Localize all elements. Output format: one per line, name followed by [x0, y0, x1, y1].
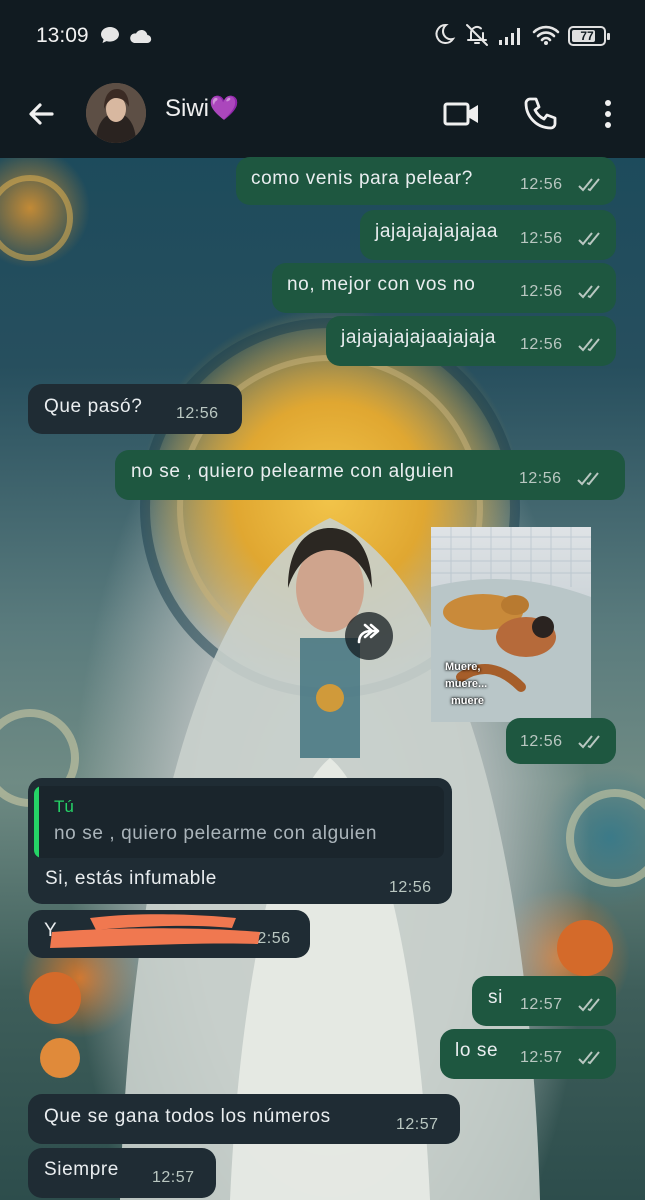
message-out[interactable]: lo se 12:57 [440, 1029, 616, 1079]
chat-bubble-icon [101, 27, 119, 43]
read-ticks-icon [578, 1051, 600, 1065]
video-message-thumbnail[interactable]: Muere, muere... muere [431, 527, 591, 722]
wifi-icon [532, 25, 560, 45]
avatar[interactable] [86, 83, 146, 143]
message-out[interactable]: no, mejor con vos no 12:56 [272, 263, 616, 313]
status-bar: 13:09 77 [0, 0, 645, 72]
message-text: si [488, 987, 503, 1008]
video-caption: muere [451, 695, 485, 707]
message-text: Si, estás infumable [45, 868, 217, 889]
signal-icon [499, 28, 520, 45]
video-call-icon[interactable] [440, 92, 484, 136]
cloud-icon [130, 29, 152, 44]
message-time: 12:57 [396, 1116, 439, 1133]
message-out[interactable]: jajajajajajaajajaja 12:56 [326, 316, 616, 366]
read-ticks-icon [578, 285, 600, 299]
message-text: no, mejor con vos no [287, 274, 476, 295]
message-time: 12:56 [519, 470, 562, 487]
contact-name[interactable]: Siwi💜 [165, 94, 239, 123]
message-time: 12:57 [520, 1049, 563, 1066]
message-in[interactable]: Que se gana todos los números 12:57 [28, 1094, 460, 1144]
chat-header: Siwi💜 [0, 72, 645, 158]
quoted-author: Tú [54, 797, 74, 816]
whatsapp-chat-screen: 13:09 77 Siwi💜 como venis para pelear? 1… [0, 0, 645, 1200]
quoted-message[interactable]: Tú no se , quiero pelearme con alguien [34, 786, 444, 858]
battery-percent: 77 [580, 29, 594, 43]
message-out-meta[interactable]: 12:56 [506, 718, 616, 764]
quoted-text: no se , quiero pelearme con alguien [54, 823, 378, 844]
message-text: lo se [455, 1040, 499, 1061]
message-out[interactable]: jajajajajajajaa 12:56 [360, 210, 616, 260]
message-time: 12:57 [152, 1169, 195, 1186]
avatar-photo [86, 83, 146, 143]
read-ticks-icon [578, 998, 600, 1012]
read-ticks-icon [577, 472, 599, 486]
read-ticks-icon [578, 232, 600, 246]
message-text: Que se gana todos los números [44, 1106, 331, 1127]
read-ticks-icon [578, 178, 600, 192]
video-frame [431, 527, 591, 722]
bell-off-icon [466, 24, 488, 46]
status-time: 13:09 [36, 24, 89, 47]
message-time: 12:56 [520, 733, 563, 750]
message-in[interactable]: Siempre 12:57 [28, 1148, 216, 1198]
message-text: jajajajajajaajajaja [341, 327, 497, 348]
message-text: jajajajajajajaa [375, 221, 499, 242]
message-in[interactable]: Que pasó? 12:56 [28, 384, 242, 434]
message-out[interactable]: como venis para pelear? 12:56 [236, 157, 616, 205]
message-out[interactable]: si 12:57 [472, 976, 616, 1026]
message-out[interactable]: no se , quiero pelearme con alguien 12:5… [115, 450, 625, 500]
more-options-icon[interactable] [586, 92, 630, 136]
read-ticks-icon [578, 338, 600, 352]
video-caption: muere... [445, 678, 488, 690]
video-caption: Muere, [445, 661, 481, 673]
message-time: 12:56 [520, 176, 563, 193]
message-time: 12:56 [520, 283, 563, 300]
quote-accent-bar [34, 786, 39, 858]
back-arrow-icon[interactable] [22, 94, 62, 134]
message-time: 12:56 [389, 879, 432, 896]
message-time: 12:57 [520, 996, 563, 1013]
message-text: Siempre [44, 1159, 119, 1180]
forward-button[interactable] [345, 612, 393, 660]
moon-icon [435, 23, 456, 44]
forward-icon [357, 623, 380, 644]
redaction-scribble [50, 914, 260, 948]
message-text: como venis para pelear? [251, 168, 473, 189]
message-time: 12:56 [520, 336, 563, 353]
battery-icon: 77 [568, 26, 610, 46]
read-ticks-icon [578, 735, 600, 749]
message-time: 12:56 [520, 230, 563, 247]
message-text: Que pasó? [44, 396, 143, 417]
message-text: no se , quiero pelearme con alguien [131, 461, 455, 482]
message-time: 12:56 [176, 405, 219, 422]
phone-icon[interactable] [518, 92, 562, 136]
